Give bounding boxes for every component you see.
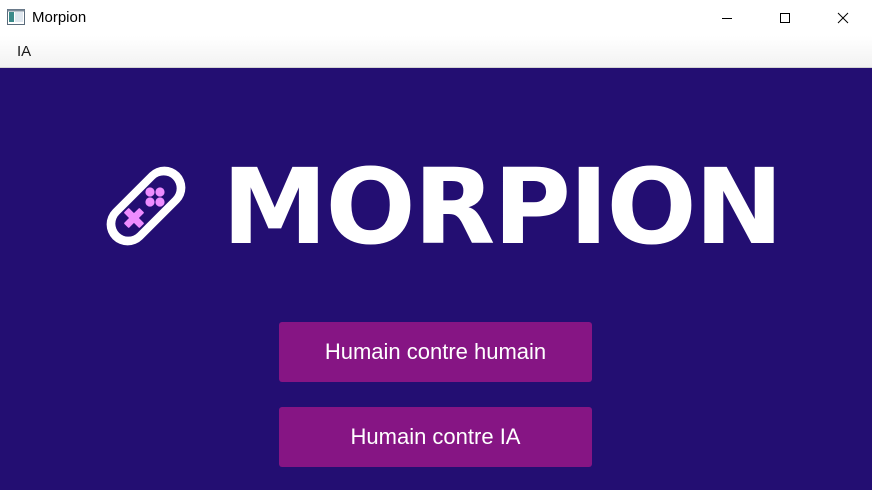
human-vs-human-button[interactable]: Humain contre humain [279,322,592,382]
gamepad-icon [106,166,186,246]
close-icon [837,12,849,24]
logo-title: MORPION [222,146,783,268]
human-vs-ai-button[interactable]: Humain contre IA [279,407,592,467]
maximize-button[interactable] [756,0,814,36]
menu-bar: IA [0,36,872,68]
app-window-icon [7,9,25,25]
minimize-button[interactable] [698,0,756,36]
close-button[interactable] [814,0,872,36]
menu-item-ia[interactable]: IA [9,41,39,63]
main-content: MORPION Humain contre humain Humain cont… [0,68,872,490]
title-bar: Morpion [0,0,872,36]
window-title: Morpion [32,9,87,26]
maximize-icon [780,13,790,23]
minimize-icon [722,18,732,19]
